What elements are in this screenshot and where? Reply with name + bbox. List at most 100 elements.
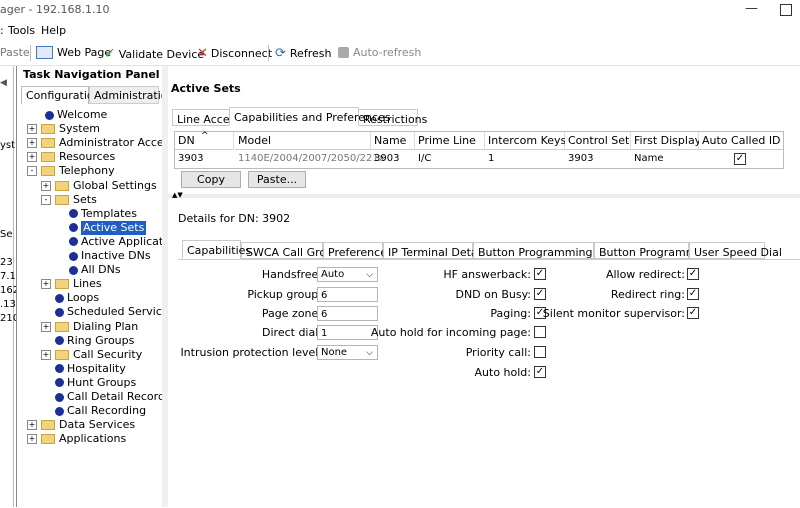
expand-icon[interactable]: + <box>27 434 37 445</box>
column-header-intercom-keys[interactable]: Intercom Keys <box>485 132 566 150</box>
column-header-auto-called-id[interactable]: Auto Called ID <box>699 132 783 150</box>
bullet-icon <box>69 251 78 261</box>
paste-button[interactable]: Paste <box>0 46 30 59</box>
expand-icon[interactable]: + <box>41 180 51 191</box>
pickup-group-input[interactable]: 6 <box>317 287 378 302</box>
tree-item-global-settings[interactable]: + Global Settings <box>41 179 157 193</box>
collapse-icon[interactable]: - <box>27 166 37 177</box>
cell-first-display[interactable]: Name <box>631 151 699 167</box>
expand-icon[interactable]: + <box>27 138 37 149</box>
expand-icon[interactable]: + <box>27 152 37 163</box>
expand-icon[interactable]: + <box>41 349 51 360</box>
tree-item-hospitality[interactable]: Hospitality <box>41 362 126 376</box>
chevron-down-icon: ⌵ <box>366 270 373 280</box>
tree-item-applications[interactable]: + Applications <box>27 432 126 446</box>
detail-tab-user-speed-dial[interactable]: User Speed Dial <box>689 242 782 259</box>
tab-capabilities-and-preferences[interactable]: Capabilities and Preferences <box>229 107 391 126</box>
auto-hold-page-checkbox[interactable] <box>534 326 546 338</box>
menu-tools[interactable]: Tools <box>8 24 35 37</box>
intrusion-protection-select[interactable]: None ⌵ <box>317 345 378 360</box>
auto-refresh-icon <box>338 47 349 58</box>
allow-redirect-checkbox[interactable] <box>687 268 699 280</box>
detail-tab-swca-call-group[interactable]: SWCA Call Group <box>241 242 340 259</box>
column-header-name[interactable]: Name <box>371 132 415 150</box>
dnd-on-busy-checkbox[interactable] <box>534 288 546 300</box>
cell-name[interactable]: 3903 <box>371 151 415 167</box>
tab-configuration[interactable]: Configuration <box>21 86 101 104</box>
tree-item-active-applicatio[interactable]: Active Applicatio <box>55 235 163 249</box>
priority-call-checkbox[interactable] <box>534 346 546 358</box>
detail-tab-preferences[interactable]: Preferences <box>323 242 393 259</box>
maximize-button[interactable] <box>780 4 792 16</box>
tree-item-call-detail-recording[interactable]: Call Detail Recording <box>41 390 164 404</box>
tree-item-data-services[interactable]: + Data Services <box>27 418 135 432</box>
expand-icon[interactable]: + <box>27 124 37 135</box>
detail-tab-capabilities[interactable]: Capabilities <box>182 240 251 259</box>
column-header-dn[interactable]: DN ^ <box>175 131 234 150</box>
tree-item-sets[interactable]: - Sets <box>41 193 97 207</box>
cell-model[interactable]: 1140E/2004/2007/2050/221x <box>235 151 385 167</box>
disconnect-button[interactable]: ✕ Disconnect <box>197 46 272 61</box>
direct-dial-label: Direct dial: <box>262 326 322 339</box>
menu-help[interactable]: Help <box>41 24 66 37</box>
handsfree-select[interactable]: Auto ⌵ <box>317 267 378 282</box>
tree-item-dialing-plan[interactable]: + Dialing Plan <box>41 320 138 334</box>
details-splitter[interactable]: ▲▼ <box>168 191 800 199</box>
column-header-prime-line[interactable]: Prime Line <box>415 132 485 150</box>
web-page-button[interactable]: Web Page <box>36 46 111 59</box>
refresh-button[interactable]: ⟳ Refresh <box>275 46 331 61</box>
expand-icon[interactable]: + <box>41 279 51 290</box>
tab-administration[interactable]: Administration <box>89 86 163 104</box>
folder-icon <box>41 152 55 163</box>
column-header-control-set[interactable]: Control Set <box>565 132 631 150</box>
redirect-ring-checkbox[interactable] <box>687 288 699 300</box>
tree-item-system[interactable]: + System <box>27 122 100 136</box>
copy-button[interactable]: Copy <box>181 171 241 188</box>
expand-icon[interactable]: + <box>27 420 37 431</box>
tree-item-call-recording[interactable]: Call Recording <box>41 404 146 418</box>
detail-tab-ip-terminal-details[interactable]: IP Terminal Details <box>383 242 490 259</box>
tree-item-all-dns[interactable]: All DNs <box>55 263 121 277</box>
detail-tab-button-programming[interactable]: Button Programming <box>594 242 713 259</box>
menu-fragment[interactable]: : <box>0 24 4 37</box>
cell-dn[interactable]: 3903 <box>175 151 234 167</box>
cell-control-set[interactable]: 3903 <box>565 151 631 167</box>
expand-icon[interactable]: + <box>41 321 51 332</box>
validate-device-button[interactable]: ✓ Validate Device <box>104 46 204 62</box>
tree-item-label: Call Recording <box>67 404 147 418</box>
tree-item-telephony[interactable]: - Telephony <box>27 164 115 178</box>
direct-dial-input[interactable]: 1 <box>317 325 378 340</box>
tree-item-scheduled-services[interactable]: Scheduled Services <box>41 305 164 319</box>
folder-icon <box>41 420 55 431</box>
tree-item-ring-groups[interactable]: Ring Groups <box>41 334 134 348</box>
tree-item-call-security[interactable]: + Call Security <box>41 348 142 362</box>
tree-item-lines[interactable]: + Lines <box>41 277 102 291</box>
tree-item-active-sets[interactable]: Active Sets <box>55 220 147 235</box>
tree-item-label: Call Detail Recording <box>67 390 164 403</box>
column-header-model[interactable]: Model <box>235 132 371 150</box>
silent-monitor-checkbox[interactable] <box>687 307 699 319</box>
auto-hold-checkbox[interactable] <box>534 366 546 378</box>
column-header-first-display[interactable]: First Display <box>631 132 701 150</box>
page-zone-input[interactable]: 6 <box>317 306 378 321</box>
splitter-arrows-icon: ▲▼ <box>172 191 183 199</box>
detail-tab-button-programming-table[interactable]: Button Programming Table <box>473 242 624 259</box>
minimize-button[interactable]: — <box>745 1 758 16</box>
auto-called-id-checkbox[interactable] <box>734 153 746 165</box>
hf-answerback-checkbox[interactable] <box>534 268 546 280</box>
tree-item-inactive-dns[interactable]: Inactive DNs <box>55 249 151 263</box>
auto-refresh-button[interactable]: Auto-refresh <box>338 46 421 59</box>
tab-line-access[interactable]: Line Access <box>172 109 241 126</box>
tree-item-administrator-access[interactable]: + Administrator Access <box>27 136 163 150</box>
tree-item-welcome[interactable]: Welcome <box>27 108 107 122</box>
collapse-icon[interactable]: - <box>41 194 51 205</box>
tree-item-resources[interactable]: + Resources <box>27 150 115 164</box>
paste-dialog-button[interactable]: Paste... <box>248 171 306 188</box>
tree-item-loops[interactable]: Loops <box>41 291 99 305</box>
tree-item-label: Scheduled Services <box>67 305 164 319</box>
tree-item-hunt-groups[interactable]: Hunt Groups <box>41 376 136 390</box>
tree-item-templates[interactable]: Templates <box>55 207 137 221</box>
cell-intercom-keys[interactable]: 1 <box>485 151 565 167</box>
bullet-icon <box>55 378 64 388</box>
cell-prime-line[interactable]: I/C <box>415 151 485 167</box>
